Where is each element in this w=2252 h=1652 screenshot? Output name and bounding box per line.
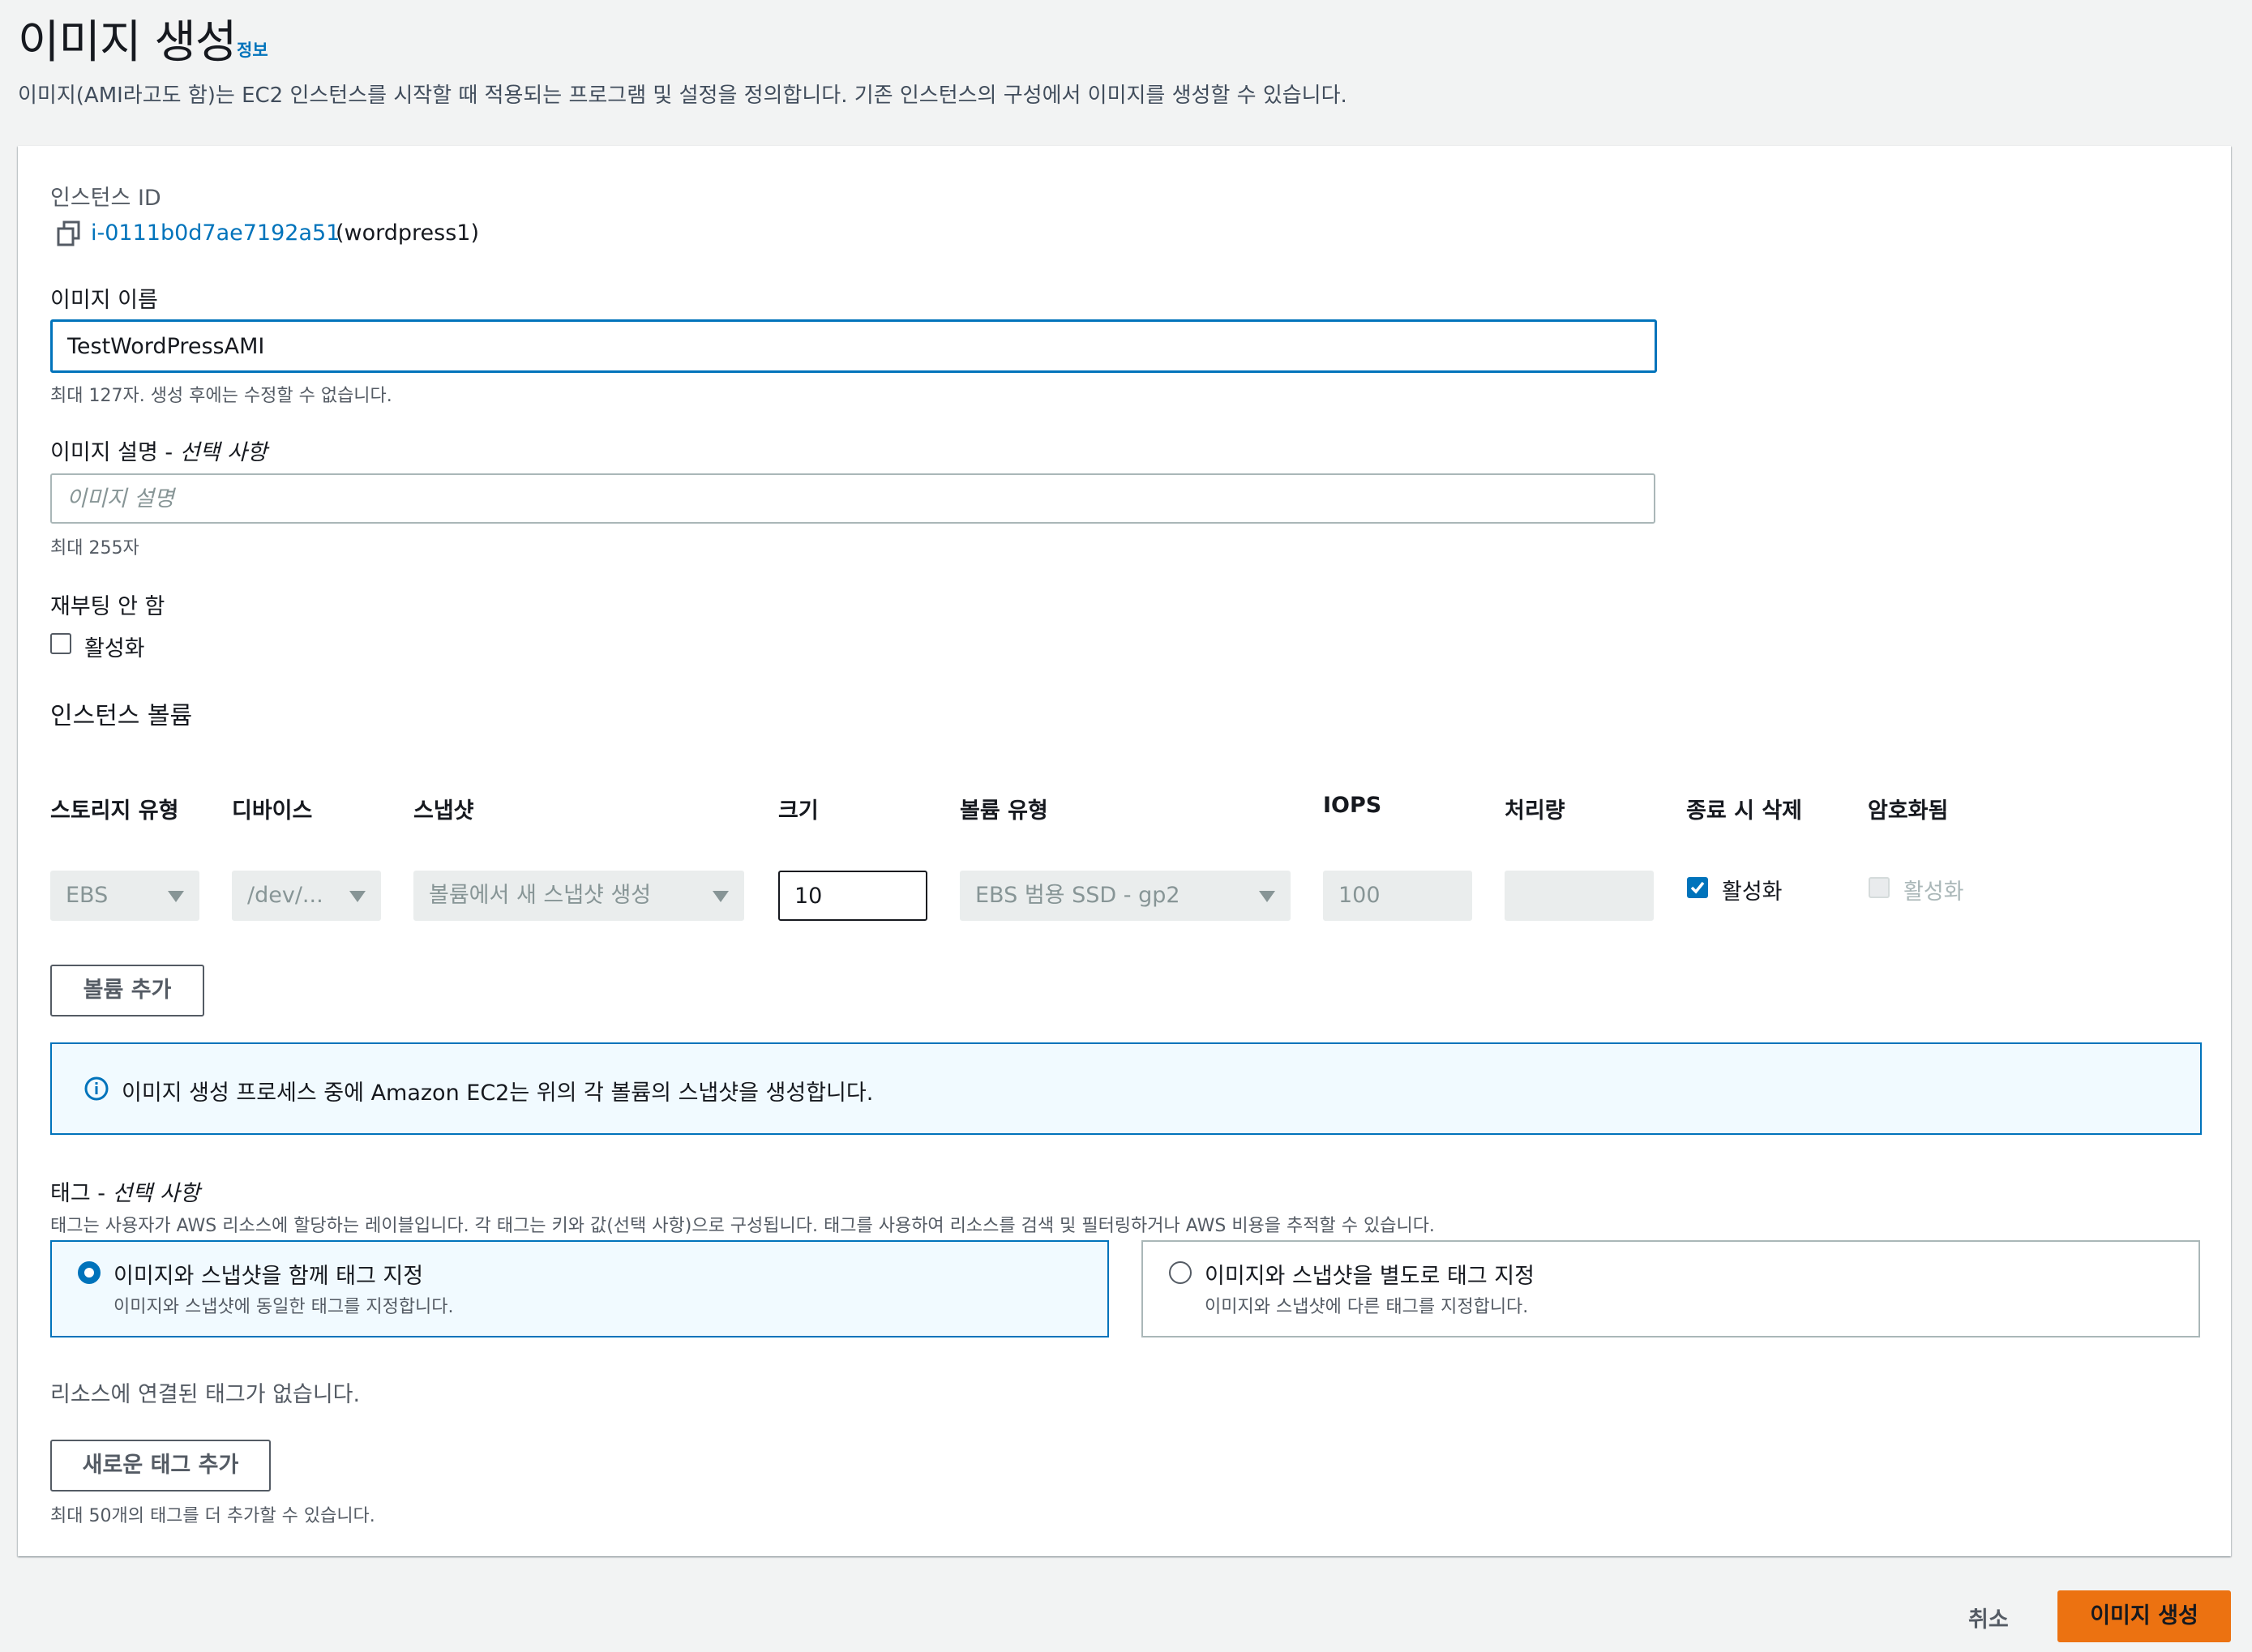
- tag-separately-radio[interactable]: [1169, 1261, 1192, 1284]
- image-name-input[interactable]: [50, 319, 1657, 373]
- add-new-tag-button[interactable]: 새로운 태그 추가: [50, 1440, 271, 1492]
- col-snapshot: 스냅샷: [413, 798, 474, 824]
- optional-label: 선택 사항: [179, 440, 268, 465]
- add-volume-button[interactable]: 볼륨 추가: [50, 965, 204, 1016]
- page-description: 이미지(AMI라고도 함)는 EC2 인스턴스를 시작할 때 적용되는 프로그램…: [18, 83, 1347, 108]
- volume-type-value: EBS 범용 SSD - gp2: [975, 883, 1180, 908]
- chevron-down-icon: [349, 891, 366, 902]
- chevron-down-icon: [168, 891, 184, 902]
- info-alert-text: 이미지 생성 프로세스 중에 Amazon EC2는 위의 각 볼륨의 스냅샷을…: [122, 1081, 874, 1106]
- instance-name: (wordpress1): [336, 220, 480, 246]
- throughput-input: [1505, 871, 1654, 921]
- copy-icon[interactable]: [57, 220, 81, 246]
- image-description-label: 이미지 설명 - 선택 사항: [50, 434, 268, 466]
- col-iops: IOPS: [1323, 793, 1382, 818]
- info-link[interactable]: 정보: [237, 37, 268, 62]
- col-volume-type: 볼륨 유형: [960, 798, 1048, 824]
- col-delete-on-termination: 종료 시 삭제: [1686, 798, 1802, 824]
- instance-id-label: 인스턴스 ID: [50, 186, 161, 211]
- no-reboot-checkbox-label[interactable]: 활성화: [84, 631, 145, 662]
- encrypted-checkbox: [1869, 877, 1890, 898]
- storage-type-value: EBS: [66, 883, 109, 908]
- instance-volumes-title: 인스턴스 볼륨: [50, 702, 193, 730]
- tag-together-description: 이미지와 스냅샷에 동일한 태그를 지정합니다.: [113, 1297, 454, 1317]
- no-reboot-checkbox[interactable]: [50, 633, 71, 654]
- tag-separately-title[interactable]: 이미지와 스냅샷을 별도로 태그 지정: [1205, 1258, 1535, 1290]
- volume-type-select: EBS 범용 SSD - gp2: [960, 871, 1291, 921]
- tag-limit-hint: 최대 50개의 태그를 더 추가할 수 있습니다.: [50, 1506, 375, 1526]
- cancel-button[interactable]: 취소: [1968, 1602, 2009, 1633]
- image-description-input[interactable]: [50, 473, 1655, 524]
- image-name-label: 이미지 이름: [50, 288, 158, 313]
- image-description-hint: 최대 255자: [50, 538, 139, 559]
- page-title: 이미지 생성: [18, 16, 237, 69]
- chevron-down-icon: [713, 891, 729, 902]
- instance-id-link[interactable]: i-0111b0d7ae7192a51: [91, 220, 340, 246]
- optional-label: 선택 사항: [112, 1181, 200, 1206]
- tag-separately-description: 이미지와 스냅샷에 다른 태그를 지정합니다.: [1205, 1297, 1529, 1317]
- device-value: /dev/...: [247, 883, 323, 908]
- encrypted-label: 활성화: [1903, 879, 1964, 905]
- size-input[interactable]: [778, 871, 927, 921]
- col-size: 크기: [778, 798, 819, 824]
- col-storage-type: 스토리지 유형: [50, 798, 179, 824]
- chevron-down-icon: [1259, 891, 1275, 902]
- delete-on-termination-checkbox[interactable]: [1687, 877, 1708, 898]
- iops-input: 100: [1323, 871, 1472, 921]
- device-select: /dev/...: [232, 871, 381, 921]
- tag-together-radio[interactable]: [78, 1261, 101, 1284]
- image-description-label-text: 이미지 설명 -: [50, 440, 180, 465]
- col-device: 디바이스: [232, 798, 313, 824]
- storage-type-select: EBS: [50, 871, 199, 921]
- tags-label-text: 태그 -: [50, 1181, 113, 1206]
- image-name-hint: 최대 127자. 생성 후에는 수정할 수 없습니다.: [50, 386, 392, 406]
- no-tags-text: 리소스에 연결된 태그가 없습니다.: [50, 1382, 361, 1407]
- checkmark-icon: [1690, 881, 1705, 894]
- tags-label: 태그 - 선택 사항: [50, 1175, 200, 1207]
- tags-description: 태그는 사용자가 AWS 리소스에 할당하는 레이블입니다. 각 태그는 키와 …: [50, 1216, 1435, 1236]
- tag-together-title[interactable]: 이미지와 스냅샷을 함께 태그 지정: [113, 1258, 423, 1290]
- col-encrypted: 암호화됨: [1868, 798, 1949, 824]
- create-image-button[interactable]: 이미지 생성: [2057, 1590, 2231, 1642]
- snapshot-select: 볼륨에서 새 스냅샷 생성: [413, 871, 744, 921]
- delete-on-termination-label[interactable]: 활성화: [1722, 874, 1783, 905]
- info-icon: [84, 1076, 109, 1104]
- snapshot-value: 볼륨에서 새 스냅샷 생성: [429, 883, 652, 908]
- no-reboot-label: 재부팅 안 함: [50, 594, 165, 619]
- col-throughput: 처리량: [1505, 798, 1565, 824]
